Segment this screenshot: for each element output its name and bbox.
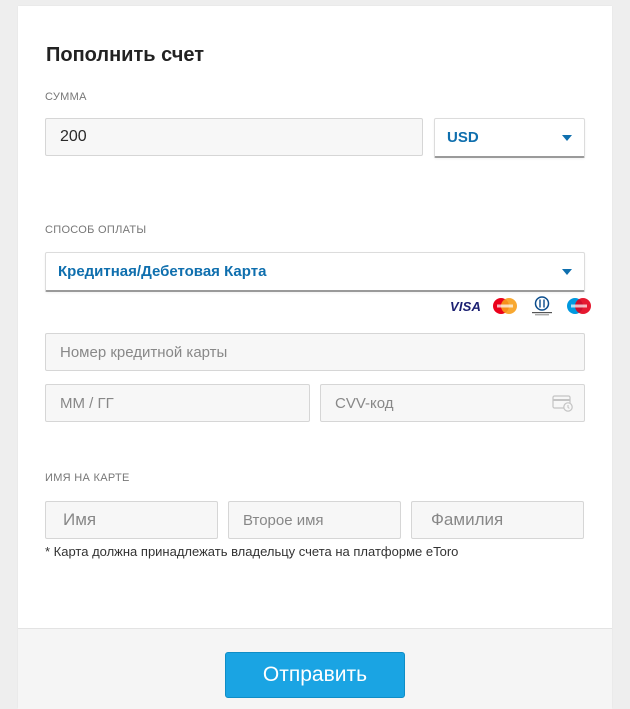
card-number-input[interactable]: Номер кредитной карты (45, 333, 585, 371)
name-on-card-label: ИМЯ НА КАРТЕ (45, 472, 130, 484)
cvv-placeholder: CVV-код (335, 394, 394, 412)
middle-name-input[interactable]: Второе имя (228, 501, 401, 539)
amount-input[interactable]: 200 (45, 118, 423, 156)
card-brand-logos: VISA (450, 296, 593, 316)
payment-method-value: Кредитная/Дебетовая Карта (58, 263, 267, 280)
first-name-input[interactable]: Имя (45, 501, 218, 539)
amount-label: СУММА (45, 91, 87, 103)
mastercard-logo (493, 298, 518, 314)
diners-club-logo (532, 296, 553, 316)
chevron-down-icon (562, 134, 572, 141)
last-name-input[interactable]: Фамилия (411, 501, 584, 539)
cvv-input[interactable]: CVV-код (320, 384, 585, 422)
payment-method-select[interactable]: Кредитная/Дебетовая Карта (45, 252, 585, 292)
maestro-logo (567, 298, 592, 314)
form-footer: Отправить (18, 628, 612, 709)
visa-logo: VISA (450, 298, 482, 314)
currency-select[interactable]: USD (434, 118, 585, 158)
payment-method-label: СПОСОБ ОПЛАТЫ (45, 224, 147, 236)
submit-button[interactable]: Отправить (225, 652, 405, 698)
deposit-panel: Пополнить счет СУММА 200 USD СПОСОБ ОПЛА… (18, 6, 612, 709)
expiry-input[interactable]: ММ / ГГ (45, 384, 310, 422)
card-cvv-icon (552, 395, 573, 412)
currency-value: USD (447, 129, 479, 146)
page-title: Пополнить счет (46, 44, 204, 66)
chevron-down-icon (562, 268, 572, 275)
card-owner-note: * Карта должна принадлежать владельцу сч… (45, 544, 459, 559)
